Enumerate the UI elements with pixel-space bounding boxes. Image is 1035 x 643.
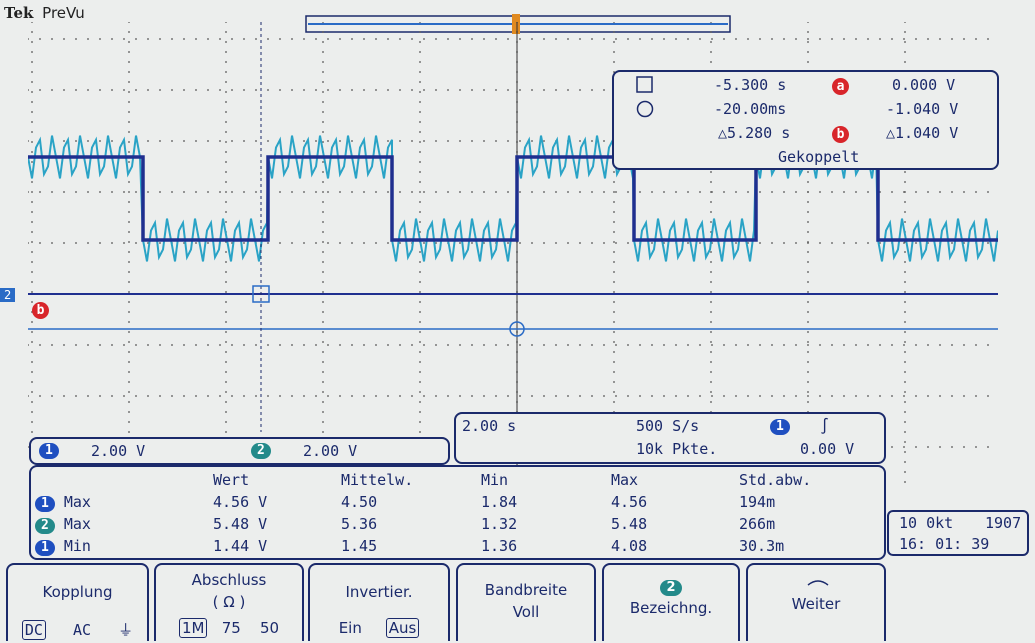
value-wert: 1.44 V xyxy=(213,537,268,555)
measurements-table: Wert Mittelw. Min Max Std.abw. 1 Max 4.5… xyxy=(35,469,811,557)
measurement-row: 1 Max 4.56 V 4.50 1.84 4.56 194m xyxy=(35,491,811,513)
time: 16: 01: 39 xyxy=(899,535,990,553)
abschluss-1m-option[interactable]: 1M xyxy=(178,618,208,638)
date: 10 0kt xyxy=(899,514,954,532)
value-min: 1.36 xyxy=(481,537,518,555)
time-per-div: 2.00 s xyxy=(462,417,517,435)
kopplung-ac-option[interactable]: AC xyxy=(73,621,91,639)
trigger-level: 0.00 V xyxy=(800,440,855,458)
channel-2-scale: 2.00 V xyxy=(303,442,358,460)
cursor-square-volt: 0.000 V xyxy=(892,76,956,94)
softkey-abschluss-title: Abschluss xyxy=(191,571,267,589)
datetime-panel: 10 0kt 1907 16: 01: 39 xyxy=(887,510,1029,556)
row-channel-badge: 1 xyxy=(35,539,55,556)
value-max: 5.48 xyxy=(611,515,648,533)
header-stdabw: Std.abw. xyxy=(739,471,812,489)
softkey-weiter-title: Weiter xyxy=(791,595,841,613)
value-min: 1.32 xyxy=(481,515,518,533)
row-channel-badge: 2 xyxy=(35,517,55,534)
header-mittelw: Mittelw. xyxy=(341,471,414,489)
oscilloscope-screen: Tek PreVu 2 b -5.300 s a 0.000 V -20.00m… xyxy=(0,0,1035,643)
invertier-options: Ein Aus xyxy=(310,618,448,638)
abschluss-50-option[interactable]: 50 xyxy=(260,619,279,637)
abschluss-75-option[interactable]: 75 xyxy=(222,619,241,637)
value-mittelw: 5.36 xyxy=(341,515,378,533)
cursor-mode: Gekoppelt xyxy=(778,148,860,166)
row-channel-badge: 1 xyxy=(35,495,55,512)
ground-icon[interactable]: ⏚ xyxy=(118,621,133,639)
cursor-delta-time: △5.280 s xyxy=(718,124,791,142)
channel-1-scale: 2.00 V xyxy=(91,442,146,460)
value-max: 4.56 xyxy=(611,493,648,511)
value-wert: 4.56 V xyxy=(213,493,268,511)
channel-scale-panel: 1 2.00 V 2 2.00 V xyxy=(29,437,450,465)
kopplung-options: DC AC ⏚ xyxy=(8,619,147,640)
softkey-bandbreite[interactable]: Bandbreite Voll xyxy=(456,563,596,641)
brand-text: Tek xyxy=(4,4,34,22)
value-stdabw: 194m xyxy=(739,493,776,511)
measurements-header: Wert Mittelw. Min Max Std.abw. xyxy=(35,469,811,491)
measurement-row: 2 Max 5.48 V 5.36 1.32 5.48 266m xyxy=(35,513,811,535)
value-min: 1.84 xyxy=(481,493,518,511)
softkey-bandbreite-value: Voll xyxy=(512,603,540,621)
header-min: Min xyxy=(481,471,509,489)
value-max: 4.08 xyxy=(611,537,648,555)
value-stdabw: 30.3m xyxy=(739,537,785,555)
softkey-abschluss-unit: ( Ω ) xyxy=(212,593,246,611)
trigger-slope-icon: ∫ xyxy=(820,417,830,435)
cursor-square-time: -5.300 s xyxy=(714,76,787,94)
invertier-aus-option[interactable]: Aus xyxy=(385,618,420,638)
cursor-b-marker[interactable]: b xyxy=(32,302,49,319)
brand-logo: Tek PreVu xyxy=(4,4,85,22)
softkey-abschluss[interactable]: Abschluss ( Ω ) 1M 75 50 xyxy=(154,563,304,641)
value-mittelw: 4.50 xyxy=(341,493,378,511)
softkey-weiter[interactable]: Weiter xyxy=(746,563,886,641)
rotate-icon xyxy=(807,580,829,586)
header-max: Max xyxy=(611,471,639,489)
cursor-circle-volt: -1.040 V xyxy=(886,100,959,118)
channel-1-badge[interactable]: 1 xyxy=(39,443,59,459)
timebase-panel: 2.00 s 500 S/s 10k Pkte. 1 ∫ 0.00 V xyxy=(454,412,886,464)
cursor-a-icon: a xyxy=(832,78,849,95)
softkey-bezeichnung-title: Bezeichng. xyxy=(629,599,713,617)
acquisition-mode: PreVu xyxy=(42,4,85,22)
trigger-channel-badge: 1 xyxy=(770,419,790,435)
year: 1907 xyxy=(985,514,1022,532)
value-stdabw: 266m xyxy=(739,515,776,533)
cursor-b-icon: b xyxy=(832,126,849,143)
channel-2-marker[interactable]: 2 xyxy=(0,288,16,302)
softkey-invertier-title: Invertier. xyxy=(345,583,413,601)
softkey-invertier[interactable]: Invertier. Ein Aus xyxy=(308,563,450,641)
record-length: 10k Pkte. xyxy=(636,440,718,458)
softkey-kopplung-title: Kopplung xyxy=(42,583,113,601)
circle-cursor-icon xyxy=(636,100,654,118)
measurement-row: 1 Min 1.44 V 1.45 1.36 4.08 30.3m xyxy=(35,535,811,557)
header-wert: Wert xyxy=(213,471,250,489)
row-label: Min xyxy=(63,536,91,555)
cursor-circle-time: -20.00ms xyxy=(714,100,787,118)
abschluss-options: 1M 75 50 xyxy=(156,618,302,638)
value-wert: 5.48 V xyxy=(213,515,268,533)
cursor-delta-volt: △1.040 V xyxy=(886,124,959,142)
kopplung-dc-option[interactable]: DC xyxy=(21,620,46,640)
row-label: Max xyxy=(63,514,91,533)
invertier-ein-option[interactable]: Ein xyxy=(339,619,362,637)
cursor-readout-panel: -5.300 s a 0.000 V -20.00ms -1.040 V △5.… xyxy=(612,70,999,170)
square-cursor-icon xyxy=(636,76,653,93)
measurements-panel: Wert Mittelw. Min Max Std.abw. 1 Max 4.5… xyxy=(29,465,886,560)
value-mittelw: 1.45 xyxy=(341,537,378,555)
bezeichnung-channel-badge: 2 xyxy=(660,580,682,596)
softkey-bezeichnung[interactable]: 2 Bezeichng. xyxy=(602,563,740,641)
channel-2-badge[interactable]: 2 xyxy=(251,443,271,459)
softkey-kopplung[interactable]: Kopplung DC AC ⏚ xyxy=(6,563,149,641)
softkey-bandbreite-title: Bandbreite xyxy=(484,581,568,599)
row-label: Max xyxy=(63,492,91,511)
sample-rate: 500 S/s xyxy=(636,417,700,435)
